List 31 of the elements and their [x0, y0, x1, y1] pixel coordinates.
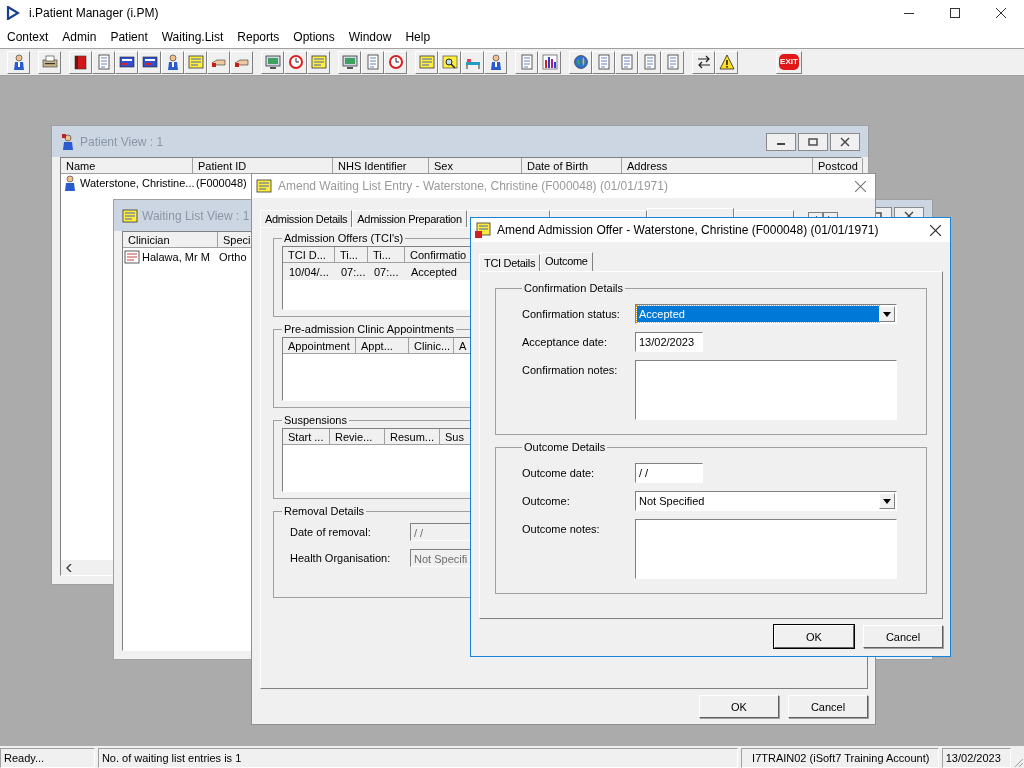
- group-label: Confirmation Details: [523, 282, 625, 294]
- table-cell-text: 10/04/...: [288, 265, 330, 278]
- table-cell-text: Halawa, Mr M: [141, 250, 211, 263]
- group-label: Suspensions: [283, 414, 348, 426]
- table-cell-text: (F000048): [195, 176, 248, 189]
- field-label: Health Organisation:: [290, 552, 392, 564]
- field-label: Outcome date:: [522, 466, 596, 481]
- group-label: Outcome Details: [523, 441, 607, 453]
- window-title: Patient View : 1: [80, 134, 164, 149]
- status-panel: Ready...: [0, 748, 95, 768]
- group-label: Removal Details: [283, 505, 366, 517]
- group-label: Pre-admission Clinic Appointments: [283, 323, 455, 335]
- window-title: Waiting List View : 1: [142, 208, 250, 223]
- field-label: Outcome notes:: [522, 522, 601, 537]
- field-label: Date of removal:: [290, 526, 372, 538]
- table-cell-text: Waterstone, Christine...: [79, 176, 194, 189]
- status-panel: I7TRAIN02 (iSoft7 Training Account): [741, 748, 939, 768]
- status-panel: No. of waiting list entries is 1: [97, 748, 739, 768]
- table-cell-text: Accepted: [410, 265, 458, 278]
- field-label: Confirmation status:: [522, 307, 621, 322]
- status-panel: 13/02/2023: [941, 748, 1012, 768]
- app-title: i.Patient Manager (i.PM): [29, 6, 159, 20]
- field-label: Acceptance date:: [522, 335, 608, 350]
- group-label: Admission Offers (TCI's): [283, 232, 405, 244]
- table-cell-text: 07:...: [340, 265, 367, 278]
- table-cell-text: Ortho: [218, 250, 248, 263]
- table-cell-text: 07:...: [373, 265, 400, 278]
- dialog-title: Amend Waiting List Entry - Waterstone, Christine (F000048) (01/01/1971): [278, 179, 668, 193]
- field-label: Outcome:: [522, 494, 571, 509]
- dialog-title: Amend Admission Offer - Waterstone, Christine (F000048) (01/01/1971): [497, 223, 879, 237]
- field-label: Confirmation notes:: [522, 363, 619, 378]
